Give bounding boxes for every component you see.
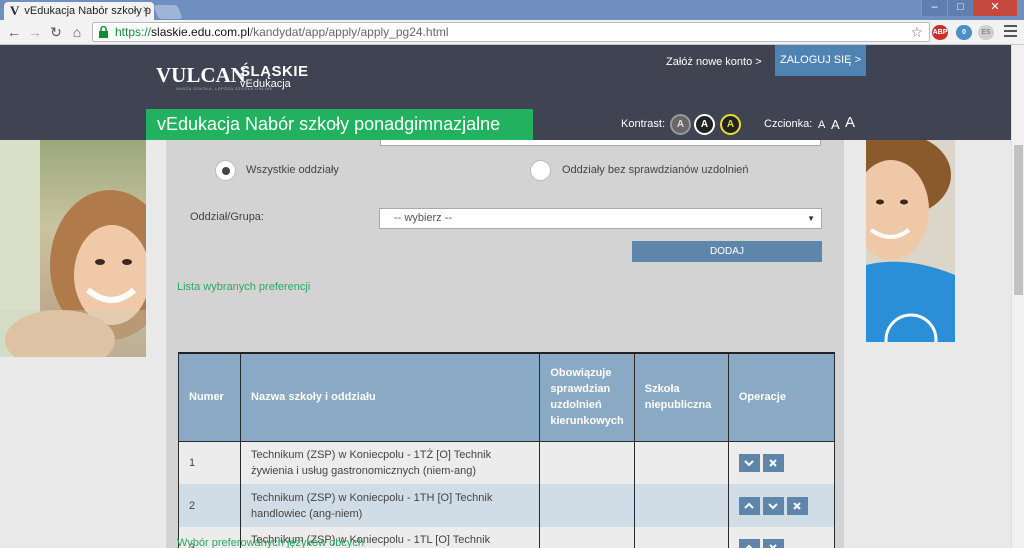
close-icon	[793, 501, 802, 510]
girl-photo-illustration	[0, 140, 146, 357]
url-path: /kandydat/app/apply/apply_pg24.html	[249, 25, 449, 39]
new-tab-button[interactable]	[153, 5, 183, 19]
column-header-name: Nazwa szkoły i oddziału	[240, 352, 541, 442]
preferences-table: Numer Nazwa szkoły i oddziału Obowiązuje…	[177, 352, 836, 548]
column-header-test: Obowiązuje sprawdzian uzdolnień kierunko…	[539, 352, 635, 442]
home-icon[interactable]: ⌂	[68, 23, 86, 41]
radio-no-tests-label: Oddziały bez sprawdzianów uzdolnień	[562, 164, 749, 176]
row-number: 1	[177, 441, 242, 484]
bookmark-star-icon[interactable]: ☆	[910, 23, 923, 41]
chevron-up-icon	[744, 502, 755, 509]
languages-title: Wybór preferowanych języków obcych	[177, 537, 364, 548]
row-operations	[727, 441, 836, 484]
row-test	[539, 484, 635, 527]
delete-button[interactable]	[762, 453, 784, 472]
scrollbar-thumb[interactable]	[1014, 145, 1023, 295]
contrast-yellow-button[interactable]: A	[720, 114, 741, 135]
lock-icon	[99, 26, 108, 38]
delete-button[interactable]	[762, 539, 784, 548]
minimize-icon[interactable]: –	[921, 0, 947, 16]
branch-group-label: Oddział/Grupa:	[190, 211, 264, 223]
font-size-label: Czcionka:	[764, 118, 813, 130]
table-row: 2 Technikum (ZSP) w Koniecpolu - 1TH [O]…	[177, 484, 836, 527]
column-header-private: Szkoła niepubliczna	[633, 352, 729, 442]
row-school-name: Technikum (ZSP) w Koniecpolu - 1TŻ [O] T…	[240, 441, 541, 484]
font-size-medium-button[interactable]: A	[831, 117, 840, 132]
url-scheme: https://	[115, 25, 152, 39]
browser-tabstrip: V vEdukacja Nabór szkoły p × – □ ✕	[0, 0, 1024, 20]
contrast-label: Kontrast:	[621, 118, 666, 130]
close-icon	[769, 459, 778, 467]
vedukacja-logo-text: vEdukacja	[240, 78, 291, 90]
close-icon	[769, 544, 778, 548]
previous-field-edge[interactable]	[380, 140, 821, 146]
contrast-dark-button[interactable]: A	[694, 114, 715, 135]
move-up-button[interactable]	[738, 496, 760, 515]
row-private	[633, 484, 729, 527]
radio-all-branches[interactable]	[215, 160, 236, 181]
girl-photo	[0, 140, 146, 357]
table-row: 1 Technikum (ZSP) w Koniecpolu - 1TŻ [O]…	[177, 441, 836, 484]
reload-icon[interactable]: ↻	[47, 23, 65, 41]
add-button[interactable]: DODAJ	[632, 241, 822, 262]
vulcan-favicon-icon: V	[10, 3, 20, 18]
move-up-button[interactable]	[738, 539, 760, 548]
row-private	[633, 441, 729, 484]
es-icon[interactable]: ES	[978, 25, 994, 40]
row-operations	[727, 527, 836, 548]
row-number: 2	[177, 484, 242, 527]
move-down-button[interactable]	[762, 496, 784, 515]
browser-tab[interactable]: V vEdukacja Nabór szkoły p ×	[4, 2, 154, 20]
window-controls: – □ ✕	[921, 0, 1017, 16]
font-size-small-button[interactable]: A	[818, 119, 825, 131]
page-scrollbar[interactable]	[1011, 45, 1024, 548]
boy-photo-illustration	[866, 140, 955, 342]
create-account-link[interactable]: Załóż nowe konto >	[666, 56, 762, 68]
move-down-button[interactable]	[738, 453, 760, 472]
main-content: Wszystkie oddziały Oddziały bez sprawdzi…	[166, 140, 844, 548]
abp-icon[interactable]: ABP	[932, 25, 948, 40]
contrast-default-button[interactable]: A	[670, 114, 691, 135]
page: VULCAN NASZA SZKOŁA, LEPSZA SZKOŁA ONLIN…	[0, 45, 1024, 548]
maximize-icon[interactable]: □	[947, 0, 973, 16]
preferences-title: Lista wybranych preferencji	[177, 281, 311, 293]
row-school-name: Technikum (ZSP) w Koniecpolu - 1TH [O] T…	[240, 484, 541, 527]
chevron-up-icon	[745, 544, 753, 548]
chevron-down-icon	[768, 502, 779, 509]
radio-no-tests-branches[interactable]	[530, 160, 551, 181]
font-size-large-button[interactable]: A	[845, 114, 855, 131]
row-operations	[727, 484, 836, 527]
delete-button[interactable]	[786, 496, 808, 515]
column-header-operations: Operacje	[727, 352, 836, 442]
dropdown-arrow-icon: ▼	[807, 214, 815, 223]
tab-title: vEdukacja Nabór szkoły p	[24, 5, 151, 17]
page-title: vEdukacja Nabór szkoły ponadgimnazjalne	[146, 109, 533, 140]
back-arrow-icon[interactable]: ←	[5, 23, 23, 41]
browser-menu-icon[interactable]	[1004, 25, 1017, 38]
browser-toolbar: ← → ↻ ⌂ https://slaskie.edu.com.pl/kandy…	[0, 20, 1024, 45]
forward-arrow-icon[interactable]: →	[26, 23, 44, 41]
row-test	[539, 441, 635, 484]
chevron-down-icon	[744, 460, 755, 467]
address-bar[interactable]: https://slaskie.edu.com.pl/kandydat/app/…	[92, 22, 930, 42]
url-host: slaskie.edu.com.pl	[151, 25, 250, 39]
branch-group-select[interactable]: -- wybierz -- ▼	[379, 208, 822, 229]
boy-photo	[866, 140, 955, 342]
tab-close-icon[interactable]: ×	[143, 4, 149, 16]
row-private	[633, 527, 729, 548]
row-test	[539, 527, 635, 548]
login-button[interactable]: ZALOGUJ SIĘ >	[775, 45, 866, 76]
window-close-icon[interactable]: ✕	[973, 0, 1017, 16]
radio-all-branches-label: Wszystkie oddziały	[246, 164, 339, 176]
branch-group-select-value: -- wybierz --	[394, 212, 453, 224]
column-header-number: Numer	[177, 352, 242, 442]
extension-badge-icon[interactable]: 0	[956, 25, 972, 40]
vulcan-logo[interactable]: VULCAN	[156, 63, 246, 88]
table-header-row: Numer Nazwa szkoły i oddziału Obowiązuje…	[177, 352, 836, 442]
